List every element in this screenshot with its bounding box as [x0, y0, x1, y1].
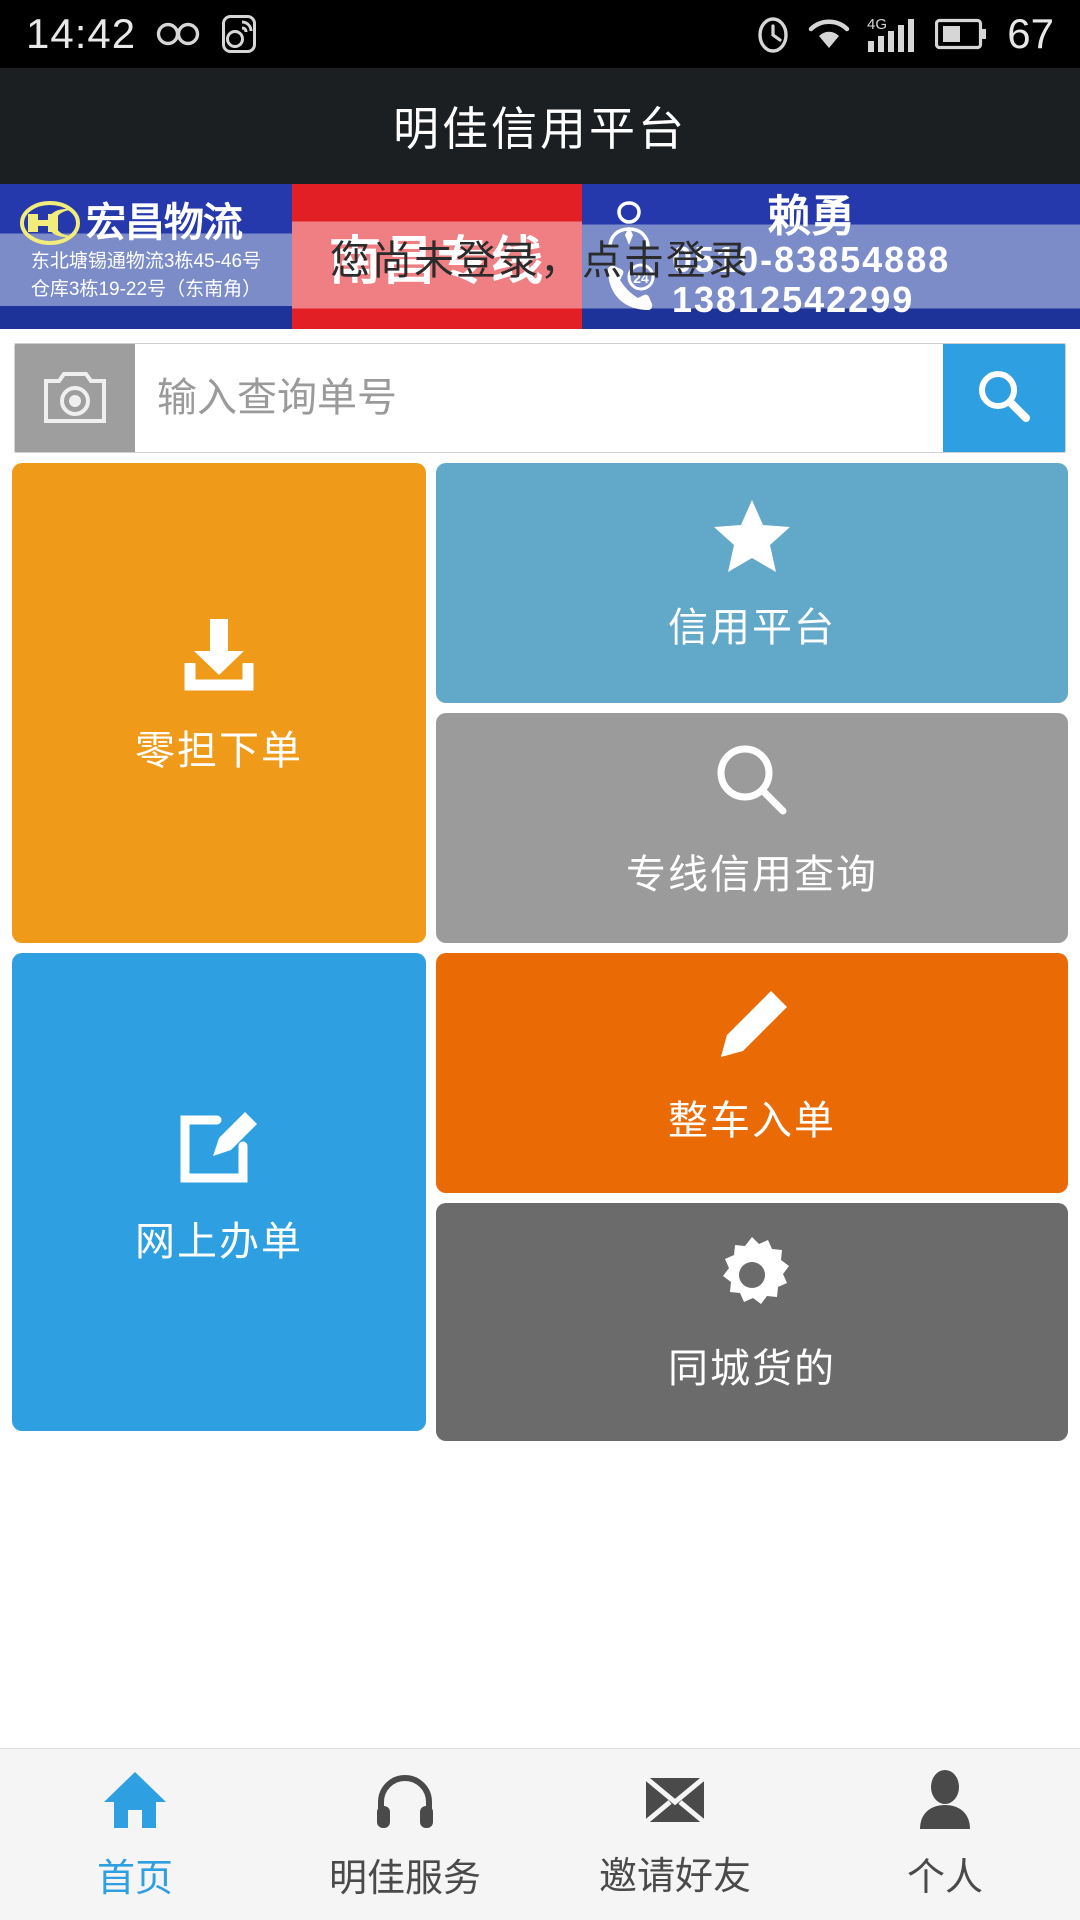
envelope-icon	[638, 1770, 712, 1835]
nav-label: 个人	[906, 1856, 983, 1899]
tile-xinyong-pingtai[interactable]: 信用平台	[436, 463, 1068, 703]
infinity-icon	[156, 19, 202, 49]
status-bar-right: 4G 67	[755, 10, 1054, 58]
app-root: 14:42 4G 67 明佳信用平台 宏昌物流 东北塘锡通物流3栋45-46号 …	[0, 0, 1080, 1920]
app-title-bar: 明佳信用平台	[0, 68, 1080, 184]
tile-label: 同城货的	[668, 1346, 836, 1391]
nav-label: 邀请好友	[598, 1855, 751, 1898]
search-section	[0, 329, 1080, 463]
login-prompt[interactable]: 您尚未登录，点击登录	[0, 228, 1080, 286]
tile-label: 信用平台	[668, 605, 836, 650]
nav-label: 首页	[96, 1857, 173, 1900]
tile-zhuanxian-xinyong-chaxun[interactable]: 专线信用查询	[436, 713, 1068, 943]
nav-label: 明佳服务	[328, 1857, 481, 1900]
wifi-icon	[807, 16, 851, 52]
banner-mobile: 13812542299	[672, 278, 915, 320]
page-title: 明佳信用平台	[393, 103, 687, 155]
status-bar: 14:42 4G 67	[0, 0, 1080, 68]
tile-label: 专线信用查询	[626, 852, 878, 897]
signal-4g-icon: 4G	[867, 14, 919, 54]
pencil-icon	[709, 983, 795, 1074]
search-button[interactable]	[943, 344, 1065, 452]
search-icon	[972, 364, 1036, 433]
camera-icon	[42, 367, 108, 430]
shortcut-grid: 零担下单 网上办单 信用平台 专线信用查询 整车入单 同城货的	[0, 463, 1080, 1441]
tile-label: 零担下单	[135, 728, 303, 773]
nav-item-service[interactable]: 明佳服务	[270, 1768, 540, 1902]
grid-column-right: 信用平台 专线信用查询 整车入单 同城货的	[436, 463, 1068, 1441]
magnifier-icon	[710, 739, 794, 828]
camera-scan-button[interactable]	[15, 344, 135, 452]
tile-label: 网上办单	[135, 1219, 303, 1264]
status-bar-left: 14:42	[26, 10, 257, 58]
home-icon	[98, 1768, 172, 1837]
download-tray-icon	[174, 613, 264, 704]
star-icon	[710, 496, 794, 581]
search-input[interactable]	[135, 344, 943, 452]
promo-banner[interactable]: 宏昌物流 东北塘锡通物流3栋45-46号 仓库3栋19-22号（东南角） 南昌专…	[0, 184, 1080, 329]
person-icon	[908, 1769, 982, 1836]
tile-tongcheng-huodi[interactable]: 同城货的	[436, 1203, 1068, 1441]
bottom-navigation: 首页 明佳服务 邀请好友 个人	[0, 1748, 1080, 1920]
alarm-icon	[755, 14, 791, 54]
nav-item-invite[interactable]: 邀请好友	[540, 1770, 810, 1900]
edit-square-icon	[173, 1100, 265, 1195]
battery-icon	[935, 17, 987, 51]
status-time: 14:42	[26, 10, 137, 57]
tile-label: 整车入单	[668, 1098, 836, 1143]
grid-column-left: 零担下单 网上办单	[12, 463, 426, 1441]
weibo-icon	[222, 15, 257, 53]
nav-item-profile[interactable]: 个人	[810, 1769, 1080, 1901]
headset-icon	[368, 1768, 442, 1837]
svg-text:4G: 4G	[867, 16, 887, 33]
tile-wangshang-bandan[interactable]: 网上办单	[12, 953, 426, 1431]
tile-lingdan-xiadan[interactable]: 零担下单	[12, 463, 426, 943]
battery-percent: 67	[1007, 10, 1054, 57]
gear-icon	[710, 1233, 794, 1322]
nav-item-home[interactable]: 首页	[0, 1768, 270, 1902]
tile-zhengche-rudan[interactable]: 整车入单	[436, 953, 1068, 1193]
search-bar	[14, 343, 1066, 453]
